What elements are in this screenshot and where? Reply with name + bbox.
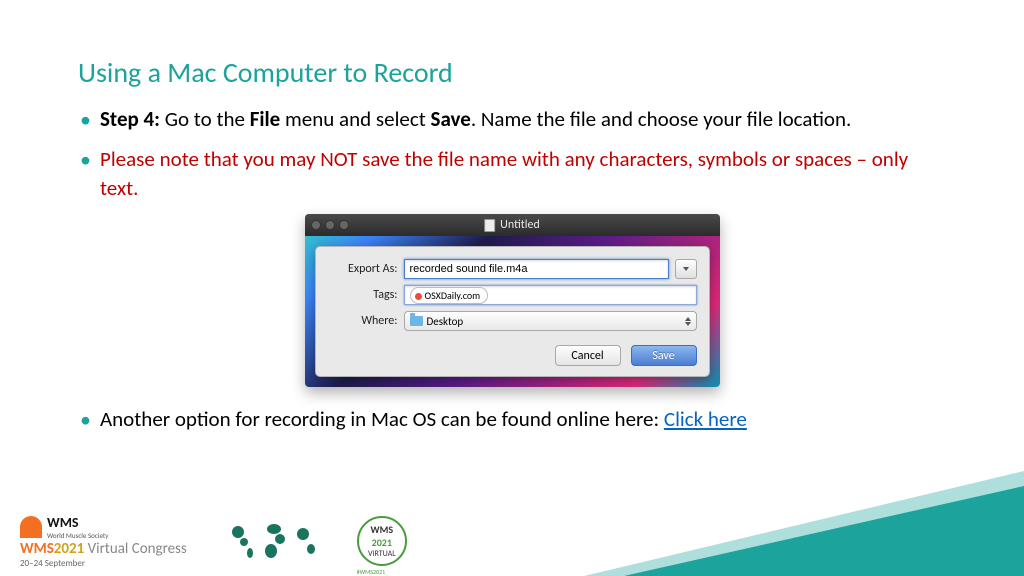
badge-hashtag: #WMS2021 — [357, 568, 385, 576]
minimize-icon[interactable] — [325, 220, 335, 230]
tags-input[interactable]: OSXDaily.com — [404, 285, 697, 305]
save-sheet: Export As: Tags: OSXDaily.com Where: Des… — [315, 246, 710, 377]
tags-label: Tags: — [328, 288, 398, 302]
badge-year: 2021 — [372, 536, 392, 549]
where-value: Desktop — [427, 315, 464, 328]
mac-save-dialog: Untitled Export As: Tags: OSXDaily.com W… — [305, 214, 720, 387]
chevron-down-icon — [683, 267, 689, 271]
another-text: Another option for recording in Mac OS c… — [100, 406, 664, 432]
export-as-label: Export As: — [328, 262, 398, 276]
footer: WMS World Muscle Society WMS2021 Virtual… — [0, 506, 1024, 576]
tag-text: OSXDaily.com — [425, 289, 481, 302]
window-title: Untitled — [500, 218, 540, 232]
bullet-list: Step 4: Go to the File menu and select S… — [0, 105, 1024, 202]
wms-logo: WMS World Muscle Society WMS2021 Virtual… — [20, 514, 187, 569]
badge-virtual: VIRTUAL — [368, 549, 396, 559]
cancel-button[interactable]: Cancel — [555, 345, 621, 366]
bullet-step4: Step 4: Go to the File menu and select S… — [78, 105, 946, 133]
bullet-note: Please note that you may NOT save the fi… — [78, 145, 946, 202]
step-text-3: . Name the file and choose your file loc… — [471, 106, 852, 132]
export-as-row: Export As: — [328, 259, 697, 279]
wms-acronym: WMS — [47, 514, 108, 531]
expand-button[interactable] — [675, 259, 697, 279]
step-text-1: Go to the — [160, 106, 250, 132]
window-titlebar: Untitled — [305, 214, 720, 236]
tags-row: Tags: OSXDaily.com — [328, 285, 697, 305]
step-save-bold: Save — [431, 106, 471, 132]
wms-expansion: World Muscle Society — [47, 531, 108, 540]
zoom-icon[interactable] — [339, 220, 349, 230]
tag-token: OSXDaily.com — [410, 287, 489, 304]
bullet-another-option: Another option for recording in Mac OS c… — [78, 405, 946, 433]
where-label: Where: — [328, 314, 398, 328]
step-text-2: menu and select — [280, 106, 430, 132]
dialog-buttons: Cancel Save — [328, 345, 697, 366]
tag-color-icon — [415, 293, 422, 300]
save-button[interactable]: Save — [631, 345, 697, 366]
step-file-bold: File — [250, 106, 281, 132]
slide-title: Using a Mac Computer to Record — [0, 0, 1024, 105]
event-badge: WMS 2021 VIRTUAL #WMS2021 — [357, 516, 407, 566]
where-select[interactable]: Desktop — [404, 311, 697, 331]
close-icon[interactable] — [311, 220, 321, 230]
folder-icon — [410, 316, 423, 326]
brand-year: 2021 — [54, 540, 84, 558]
document-icon — [484, 219, 495, 232]
export-as-input[interactable] — [404, 259, 669, 279]
world-map-icon — [217, 516, 327, 566]
where-row: Where: Desktop — [328, 311, 697, 331]
badge-wms: WMS — [371, 523, 394, 536]
click-here-link[interactable]: Click here — [664, 406, 747, 432]
event-dates: 20–24 September — [20, 558, 187, 569]
step-label: Step 4: — [100, 106, 160, 132]
brand-subtitle: Virtual Congress — [84, 540, 187, 558]
updown-arrows-icon — [685, 317, 691, 326]
brand-wms: WMS — [20, 540, 54, 558]
bullet-list-2: Another option for recording in Mac OS c… — [0, 405, 1024, 433]
sun-icon — [20, 516, 42, 538]
screenshot-container: Untitled Export As: Tags: OSXDaily.com W… — [0, 214, 1024, 387]
